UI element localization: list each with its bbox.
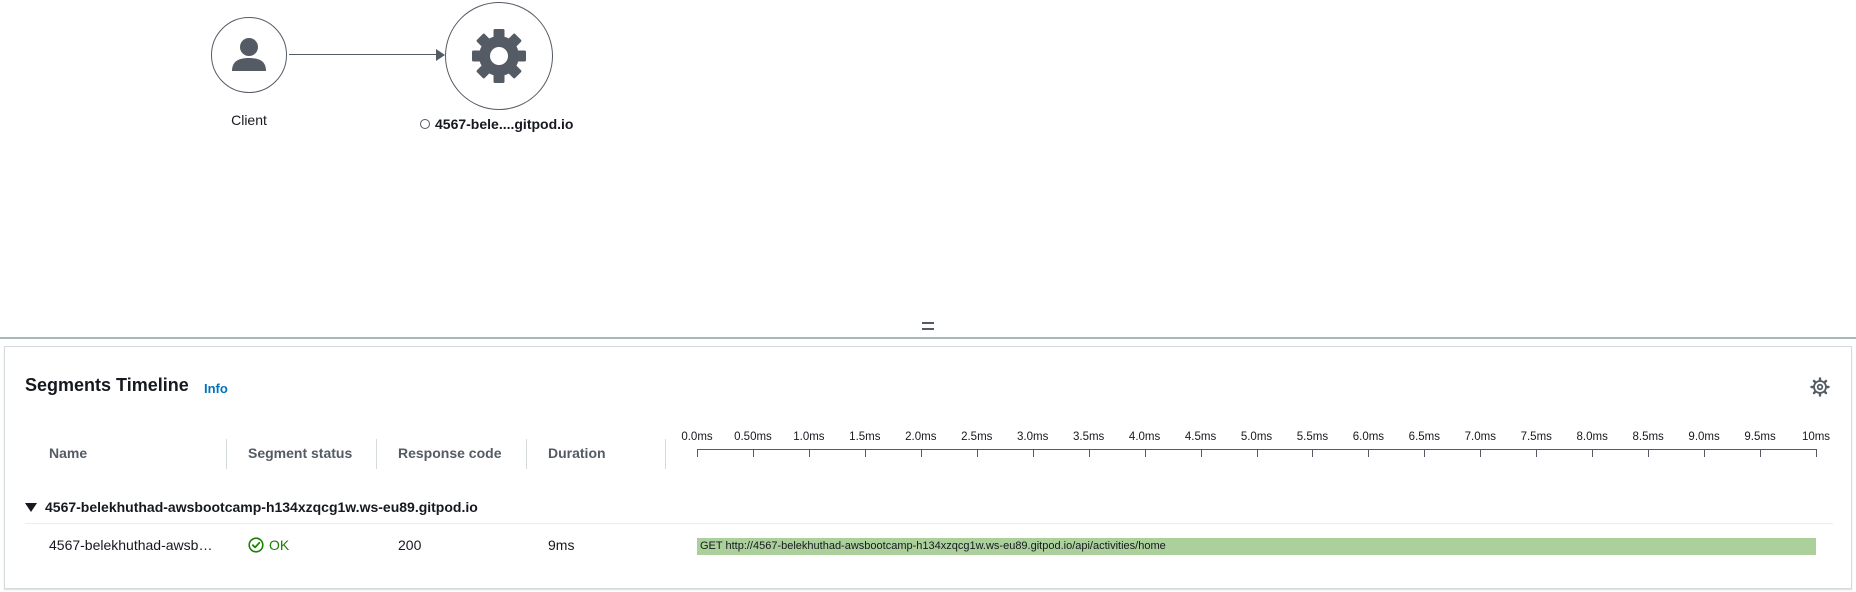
timeline-tick xyxy=(1312,449,1314,457)
timeline-tick xyxy=(1816,449,1817,457)
resize-handle[interactable] xyxy=(921,318,935,334)
check-circle-icon xyxy=(248,537,264,553)
timeline-tick-label: 4.5ms xyxy=(1184,431,1217,443)
column-resizer[interactable] xyxy=(376,439,377,469)
segment-timeline-bar[interactable]: GET http://4567-belekhuthad-awsbootcamp-… xyxy=(697,538,1816,555)
timeline-tick xyxy=(1144,449,1146,457)
client-label: Client xyxy=(231,112,267,128)
column-resizer[interactable] xyxy=(226,439,227,469)
timeline-tick xyxy=(1032,449,1034,457)
segments-timeline-panel: Segments Timeline Info Name Segment stat… xyxy=(4,346,1852,589)
timeline-tick xyxy=(864,449,866,457)
timeline-tick-label: 9.5ms xyxy=(1744,431,1776,443)
column-header-segment-status[interactable]: Segment status xyxy=(248,445,352,461)
timeline-tick xyxy=(1760,449,1762,457)
gear-icon xyxy=(1810,377,1830,397)
timeline-tick-label: 1.0ms xyxy=(793,431,825,443)
timeline-tick-label: 7.5ms xyxy=(1520,431,1552,443)
timeline-tick xyxy=(1480,449,1482,457)
segment-name: 4567-belekhuthad-awsb… xyxy=(49,537,213,553)
timeline-tick-label: 2.5ms xyxy=(961,431,993,443)
timeline-tick xyxy=(752,449,754,457)
column-header-response-code[interactable]: Response code xyxy=(398,445,501,461)
timeline-tick xyxy=(1648,449,1650,457)
segment-status: OK xyxy=(248,537,289,553)
timeline-tick xyxy=(1088,449,1090,457)
timeline-tick xyxy=(1200,449,1202,457)
segment-response-code: 200 xyxy=(398,537,422,553)
timeline-tick xyxy=(1592,449,1594,457)
timeline-tick-label: 5.5ms xyxy=(1296,431,1329,443)
timeline-tick xyxy=(1256,449,1258,457)
timeline-tick xyxy=(1536,449,1538,457)
timeline-tick-label: 8.0ms xyxy=(1576,431,1608,443)
column-header-name[interactable]: Name xyxy=(49,445,87,461)
timeline-tick-label: 5.0ms xyxy=(1240,431,1273,443)
caret-down-icon[interactable] xyxy=(25,502,37,512)
service-node[interactable] xyxy=(445,2,553,110)
timeline-tick-label: 0.0ms xyxy=(681,431,713,443)
column-resizer[interactable] xyxy=(526,439,527,469)
segment-duration: 9ms xyxy=(548,537,575,553)
client-node[interactable] xyxy=(211,17,287,93)
timeline-tick-label: 3.0ms xyxy=(1017,431,1049,443)
service-label-text: 4567-bele....gitpod.io xyxy=(435,116,574,132)
column-header-duration[interactable]: Duration xyxy=(548,445,606,461)
timeline-tick xyxy=(808,449,810,457)
timeline-tick-label: 6.5ms xyxy=(1408,431,1441,443)
timeline-tick xyxy=(1704,449,1706,457)
timeline-tick xyxy=(976,449,978,457)
segment-status-text: OK xyxy=(269,537,290,553)
timeline-tick xyxy=(920,449,922,457)
timeline-tick-label: 8.5ms xyxy=(1632,431,1664,443)
row-divider xyxy=(25,523,1833,524)
timeline-tick-label: 4.0ms xyxy=(1128,431,1161,443)
timeline-tick-label: 9.0ms xyxy=(1688,431,1720,443)
panel-title: Segments Timeline xyxy=(25,375,189,395)
timeline-tick xyxy=(1424,449,1426,457)
edge-arrowhead xyxy=(436,49,445,61)
service-map[interactable]: Client 4567-bele....gitpod.io xyxy=(0,0,1856,318)
timeline-tick-label: 10ms xyxy=(1801,431,1831,443)
settings-button[interactable] xyxy=(1810,377,1830,397)
status-ring-icon xyxy=(420,119,430,129)
timeline-tick-label: 0.50ms xyxy=(734,431,772,443)
service-label[interactable]: 4567-bele....gitpod.io xyxy=(420,116,573,132)
segment-bar-label: GET http://4567-belekhuthad-awsbootcamp-… xyxy=(700,540,1166,552)
timeline-tick-label: 6.0ms xyxy=(1352,431,1385,443)
timeline-tick xyxy=(1368,449,1370,457)
splitter-line xyxy=(0,337,1856,339)
edge-line xyxy=(289,54,440,55)
info-link[interactable]: Info xyxy=(204,381,228,396)
column-resizer[interactable] xyxy=(665,439,666,469)
timeline-tick-label: 7.0ms xyxy=(1464,431,1496,443)
segment-group-row[interactable]: 4567-belekhuthad-awsbootcamp-h134xzqcg1w… xyxy=(25,499,478,515)
user-icon xyxy=(232,38,266,71)
timeline-tick-label: 2.0ms xyxy=(905,431,937,443)
timeline-tick-label: 3.5ms xyxy=(1072,431,1105,443)
segment-group-name: 4567-belekhuthad-awsbootcamp-h134xzqcg1w… xyxy=(45,499,478,515)
timeline-tick xyxy=(697,449,698,457)
gear-icon xyxy=(472,29,526,83)
timeline-tick-label: 1.5ms xyxy=(849,431,881,443)
